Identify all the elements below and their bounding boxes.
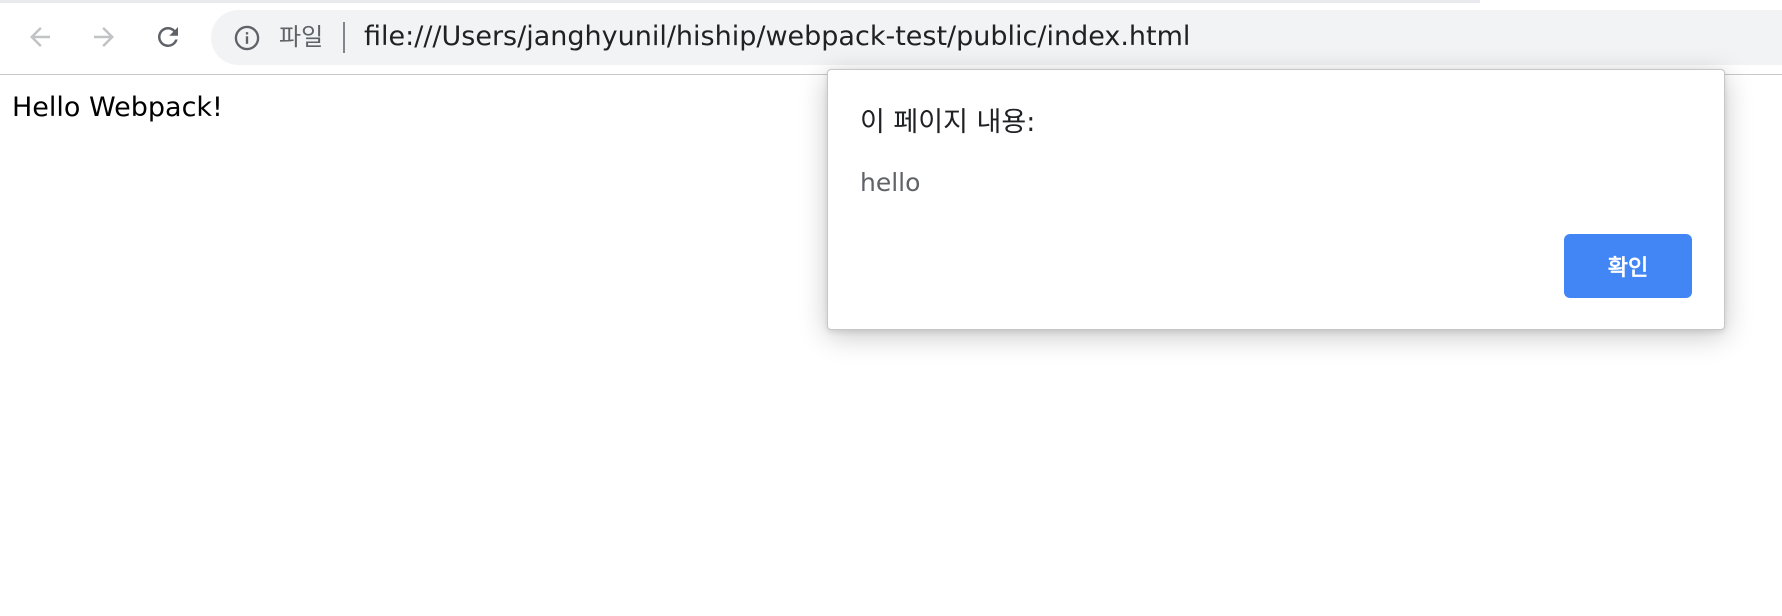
dialog-title: 이 페이지 내용: (860, 107, 1036, 138)
back-button[interactable] (20, 17, 60, 57)
info-icon[interactable] (233, 24, 261, 52)
url-text[interactable]: file:///Users/janghyunil/hiship/webpack-… (364, 19, 1190, 55)
arrow-right-icon (94, 27, 114, 47)
reload-button[interactable] (148, 17, 188, 57)
loading-indicator (0, 0, 1480, 3)
arrow-left-icon (30, 27, 50, 47)
scheme-label[interactable]: 파일 (279, 19, 323, 55)
dialog-message: hello (860, 168, 921, 197)
page-body-text: Hello Webpack! (12, 92, 223, 123)
omnibox-divider (343, 22, 345, 53)
forward-button[interactable] (84, 17, 124, 57)
address-bar[interactable]: 파일 file:///Users/janghyunil/hiship/webpa… (211, 10, 1782, 65)
browser-toolbar: 파일 file:///Users/janghyunil/hiship/webpa… (0, 0, 1782, 75)
alert-dialog: 이 페이지 내용: hello 확인 (827, 69, 1725, 330)
ok-button[interactable]: 확인 (1564, 234, 1692, 298)
reload-icon (157, 26, 178, 47)
